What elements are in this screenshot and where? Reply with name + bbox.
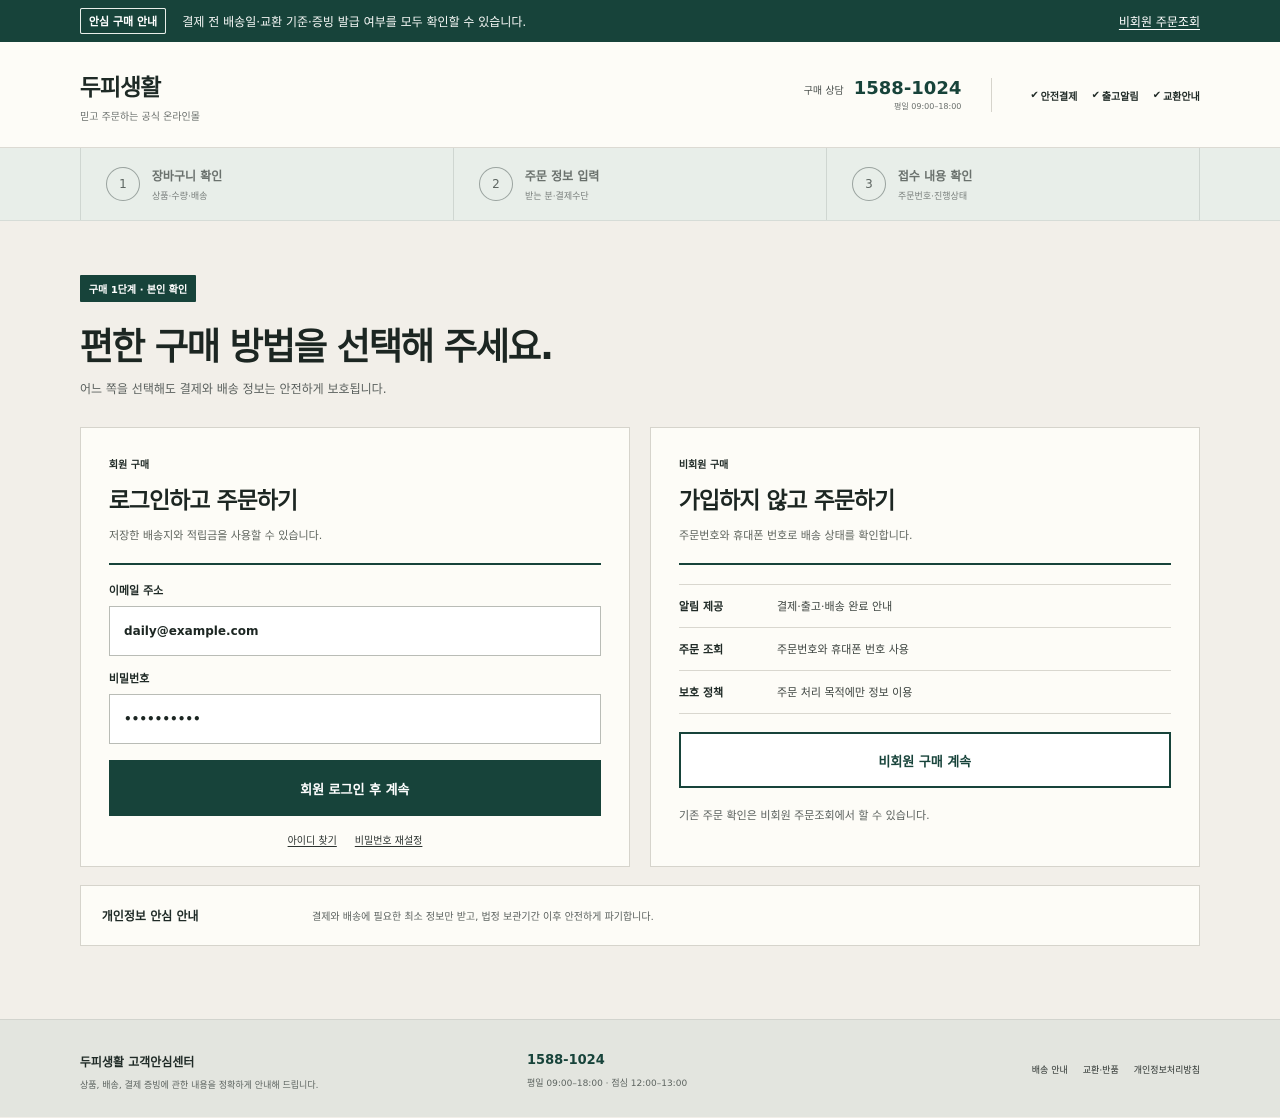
card-divider [679,563,1171,565]
phone-number: 1588-1024 [853,78,962,99]
card-desc: 저장한 배송지와 적립금을 사용할 수 있습니다. [109,529,323,542]
info-value: 주문번호와 휴대폰 번호 사용 [777,643,909,656]
check-icon: ✔ [1091,89,1100,101]
password-label: 비밀번호 [109,672,150,685]
brand-logo[interactable]: 두피생활 [80,68,200,102]
step-number: 3 [852,167,886,201]
card-kicker: 비회원 구매 [679,460,729,471]
privacy-text: 결제와 배송에 필요한 최소 정보만 받고, 법정 보관기간 이후 안전하게 파… [312,912,654,923]
check-icon: ✔ [1152,89,1162,101]
guest-info-list: 알림 제공 결제·출고·배송 완료 안내 주문 조회 주문번호와 휴대폰 번호 … [679,584,1171,714]
email-field-box[interactable] [109,606,601,656]
step-confirm: 3 접수 내용 확인 주문번호·진행상태 [827,148,1200,220]
step-title: 장바구니 확인 [152,168,223,183]
exchange-return-link[interactable]: 교환·반품 [1083,1063,1119,1076]
info-row: 주문 조회 주문번호와 휴대폰 번호 사용 [679,628,1171,671]
info-value: 주문 처리 목적에만 정보 이용 [777,686,913,699]
info-key: 보호 정책 [679,686,724,699]
shipping-info-link[interactable]: 배송 안내 [1032,1063,1068,1076]
info-key: 알림 제공 [679,600,724,613]
brand-tagline: 믿고 주문하는 공식 온라인몰 [80,111,200,123]
assurance-list: ✔ 안전결제 ✔ 출고알림 ✔ 교환안내 [992,88,1200,103]
privacy-policy-link[interactable]: 개인정보처리방침 [1134,1063,1200,1076]
find-id-link[interactable]: 아이디 찾기 [288,832,337,847]
guest-note: 기존 주문 확인은 비회원 주문조회에서 할 수 있습니다. [679,809,930,822]
card-title: 가입하지 않고 주문하기 [679,488,896,514]
footer-hours: 평일 09:00–18:00 · 점심 12:00–13:00 [527,1079,688,1089]
info-row: 보호 정책 주문 처리 목적에만 정보 이용 [679,671,1171,714]
account-help-links: 아이디 찾기 비밀번호 재설정 [109,832,601,847]
password-field[interactable] [124,712,586,726]
reset-password-link[interactable]: 비밀번호 재설정 [355,832,423,847]
step-title: 주문 정보 입력 [525,168,600,183]
stage-badge: 구매 1단계 · 본인 확인 [80,275,197,302]
guest-continue-button[interactable]: 비회원 구매 계속 [679,732,1171,788]
footer-links: 배송 안내 교환·반품 개인정보처리방침 [1032,1063,1200,1076]
top-notice-bar: 안심 구매 안내 결제 전 배송일·교환 기준·증빙 발급 여부를 모두 확인할… [0,0,1280,42]
footer-title: 두피생활 고객안심센터 [80,1055,195,1069]
step-desc: 받는 분·결제수단 [525,191,589,202]
card-kicker: 회원 구매 [109,460,150,471]
email-label: 이메일 주소 [109,584,164,597]
password-field-box[interactable] [109,694,601,744]
card-divider [109,563,601,565]
phone-label: 구매 상담 [803,86,844,97]
step-title: 접수 내용 확인 [898,168,973,183]
card-desc: 주문번호와 휴대폰 번호로 배송 상태를 확인합니다. [679,529,913,542]
info-value: 결제·출고·배송 완료 안내 [777,600,893,613]
email-field[interactable] [124,624,586,638]
assurance-item: ✔ 안전결제 [1030,89,1078,103]
info-row: 알림 제공 결제·출고·배송 완료 안내 [679,585,1171,628]
step-number: 1 [106,167,140,201]
top-notice-message: 결제 전 배송일·교환 기준·증빙 발급 여부를 모두 확인할 수 있습니다. [182,14,527,29]
main-content: 구매 1단계 · 본인 확인 편한 구매 방법을 선택해 주세요. 어느 쪽을 … [0,221,1280,946]
checkout-steps: 1 장바구니 확인 상품·수량·배송 2 주문 정보 입력 받는 분·결제수단 … [0,148,1280,221]
brand-block[interactable]: 두피생활 믿고 주문하는 공식 온라인몰 [80,68,200,123]
step-cart: 1 장바구니 확인 상품·수량·배송 [81,148,454,220]
site-footer: 두피생활 고객안심센터 상품, 배송, 결제 증빙에 관한 내용을 정확하게 안… [0,1019,1280,1117]
step-order-info: 2 주문 정보 입력 받는 분·결제수단 [454,148,827,220]
card-title: 로그인하고 주문하기 [109,488,298,514]
check-icon: ✔ [1030,89,1039,101]
page-title: 편한 구매 방법을 선택해 주세요. [80,325,554,368]
page-subtitle: 어느 쪽을 선택해도 결제와 배송 정보는 안전하게 보호됩니다. [80,382,387,396]
footer-phone: 1588-1024 [527,1053,605,1068]
guest-order-lookup-link[interactable]: 비회원 주문조회 [1119,13,1200,30]
member-login-button[interactable]: 회원 로그인 후 계속 [109,760,601,816]
guest-order-card: 비회원 구매 가입하지 않고 주문하기 주문번호와 휴대폰 번호로 배송 상태를… [650,427,1200,867]
member-login-card: 회원 구매 로그인하고 주문하기 저장한 배송지와 적립금을 사용할 수 있습니… [80,427,630,867]
assurance-item: ✔ 교환안내 [1152,89,1200,103]
info-key: 주문 조회 [679,643,724,656]
privacy-notice: 개인정보 안심 안내 결제와 배송에 필요한 최소 정보만 받고, 법정 보관기… [80,885,1200,946]
site-header: 두피생활 믿고 주문하는 공식 온라인몰 구매 상담 1588-1024 평일 … [0,42,1280,148]
phone-hours: 평일 09:00–18:00 [894,102,962,111]
step-desc: 주문번호·진행상태 [898,191,968,202]
footer-desc: 상품, 배송, 결제 증빙에 관한 내용을 정확하게 안내해 드립니다. [80,1081,319,1091]
assurance-item: ✔ 출고알림 [1091,89,1139,103]
safe-purchase-badge: 안심 구매 안내 [80,8,167,34]
privacy-title: 개인정보 안심 안내 [102,909,199,923]
step-number: 2 [479,167,513,201]
step-desc: 상품·수량·배송 [152,191,208,202]
phone-consult: 구매 상담 1588-1024 평일 09:00–18:00 [804,78,993,112]
